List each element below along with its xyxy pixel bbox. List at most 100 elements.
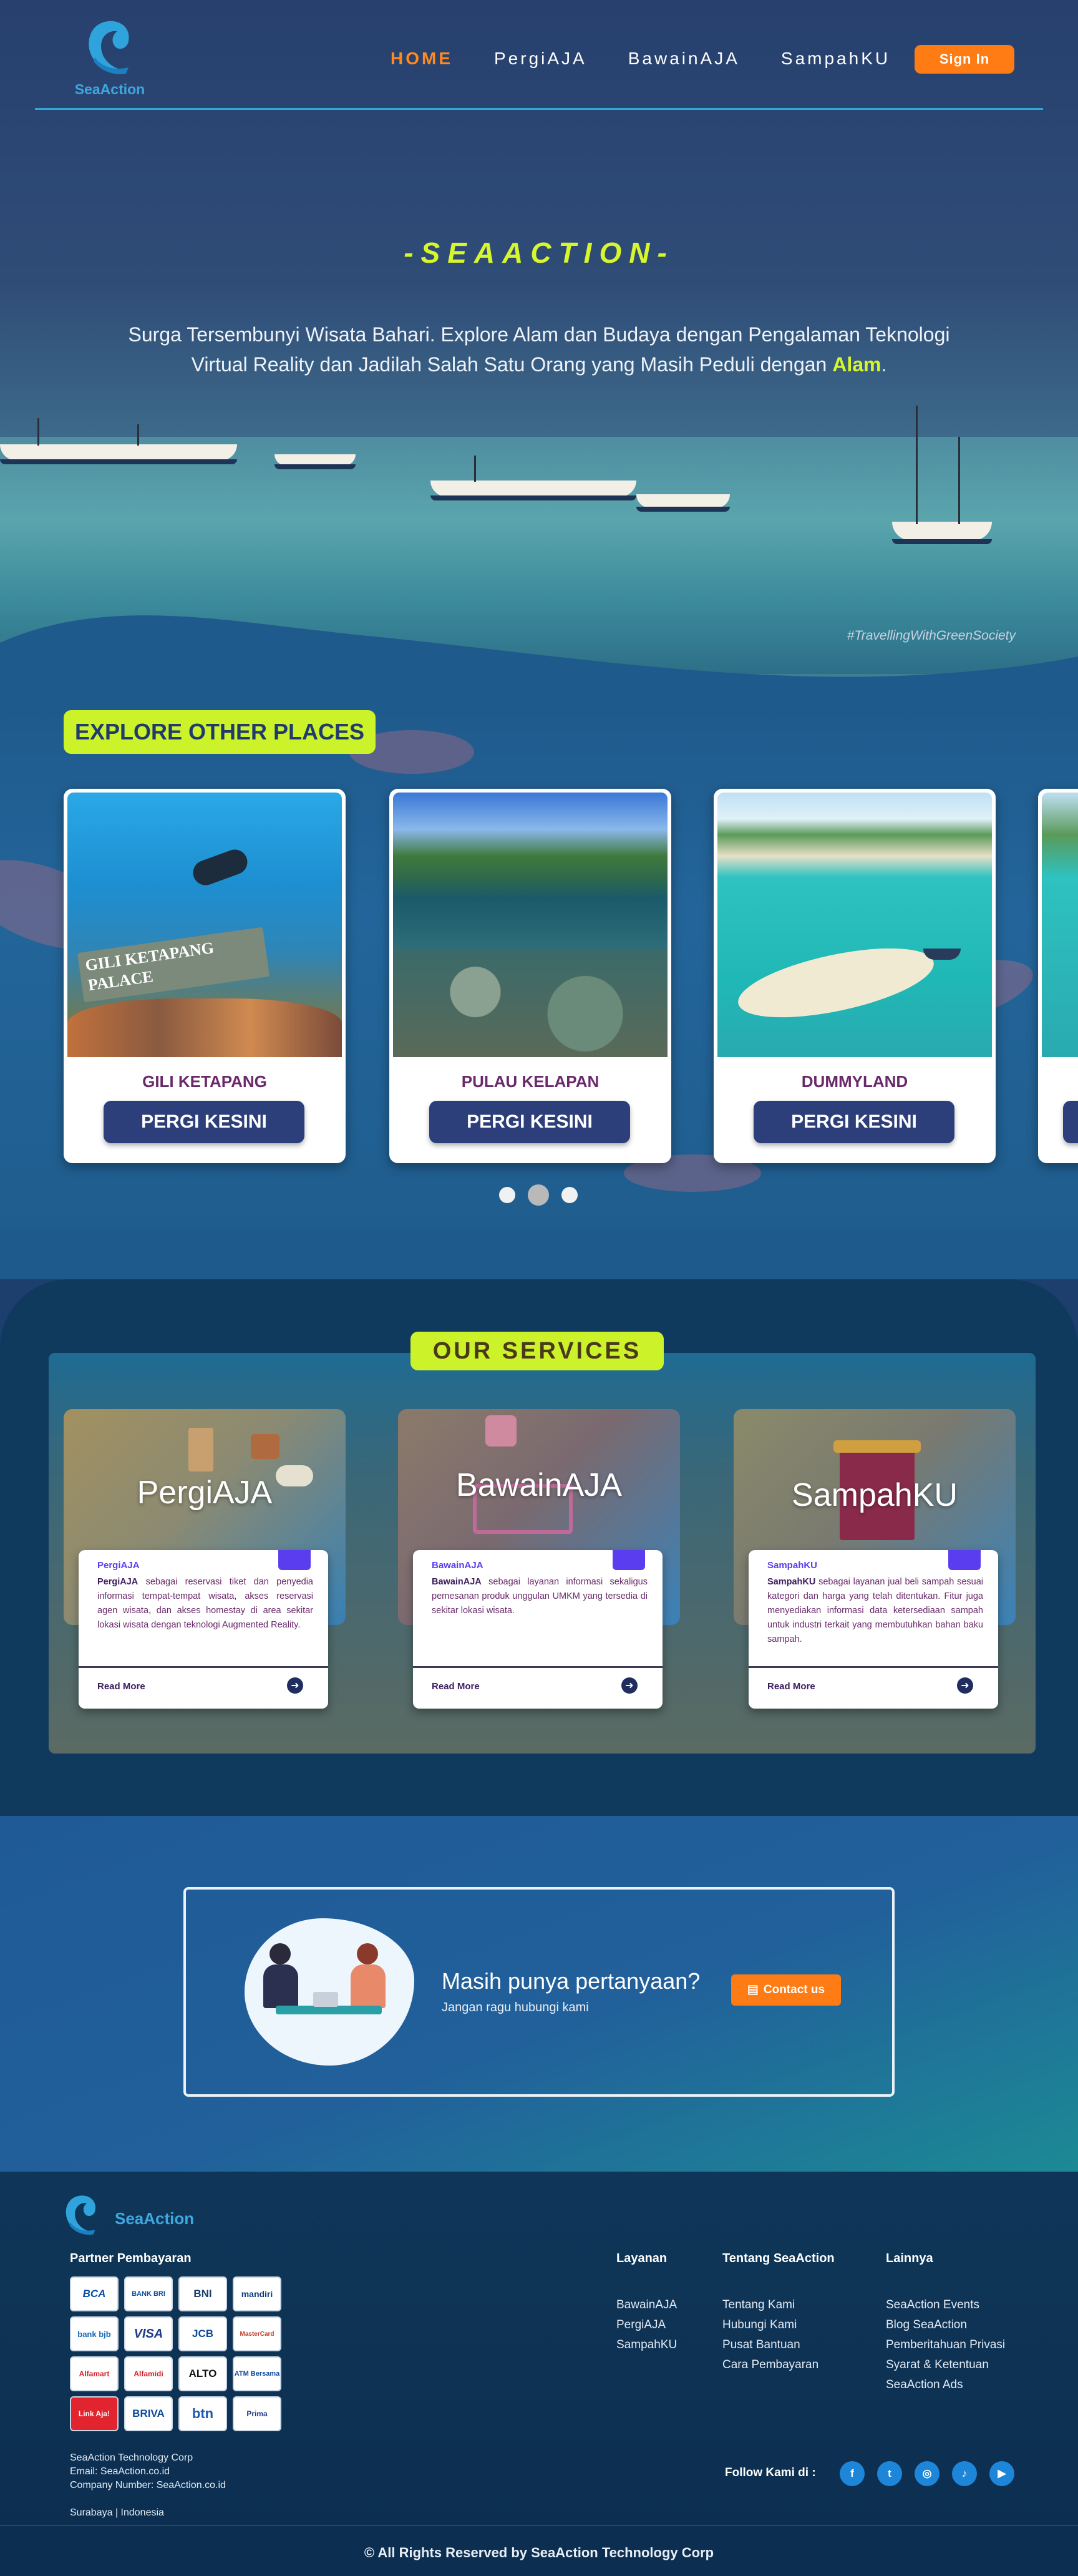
payment-logo-atm-bersama: ATM Bersama [233, 2356, 281, 2391]
nav-link-sampahku[interactable]: SampahKU [781, 49, 890, 69]
services-heading: OUR SERVICES [410, 1332, 664, 1370]
brand-logo[interactable]: SeaAction [66, 17, 153, 105]
nav-link-bawainaja[interactable]: BawainAJA [628, 49, 740, 69]
contact-us-button[interactable]: ▤ Contact us [731, 1974, 841, 2006]
shopping-bag-illustration [485, 1415, 517, 1447]
footer-link[interactable]: Syarat & Ketentuan [886, 2355, 1005, 2375]
service-label: PergiAJA [97, 1560, 140, 1571]
service-title: SampahKU [792, 1477, 958, 1513]
footer-column-title-lainnya: Lainnya [886, 2252, 933, 2265]
twitter-icon[interactable]: t [877, 2461, 902, 2486]
payment-logo-briva: BRIVA [124, 2396, 173, 2431]
boat-image [892, 522, 992, 544]
chat-icon: ▤ [747, 1983, 759, 1996]
carousel-dot[interactable] [499, 1187, 515, 1203]
payment-logo-jcb: JCB [178, 2316, 227, 2351]
tiktok-icon[interactable]: ♪ [952, 2461, 977, 2486]
footer-link[interactable]: SeaAction Ads [886, 2375, 1005, 2395]
service-card-pergiaja: PergiAJA PergiAJA PergiAJA sebagai reser… [64, 1409, 346, 1746]
read-more-link[interactable]: Read More [432, 1681, 480, 1692]
explore-section: EXPLORE OTHER PLACES GILI KETAPANG PALAC… [0, 705, 1078, 1229]
travel-illustration [251, 1434, 279, 1459]
sign-in-button[interactable]: Sign In [915, 45, 1014, 74]
service-tag [613, 1550, 645, 1570]
boat-mast [137, 424, 139, 446]
top-navigation: SeaAction HOME PergiAJA BawainAJA Sampah… [35, 0, 1043, 110]
footer-link[interactable]: Hubungi Kami [722, 2315, 818, 2335]
boat-image [274, 454, 356, 469]
pergi-kesini-button[interactable]: PERGI KESINI [104, 1101, 304, 1143]
travel-illustration [188, 1428, 213, 1471]
service-card-bawainaja: BawainAJA BawainAJA BawainAJA sebagai la… [398, 1409, 680, 1746]
carousel-dot[interactable] [561, 1187, 578, 1203]
divider [413, 1666, 663, 1668]
place-image-pulau-kelapan [393, 793, 668, 1057]
youtube-icon[interactable]: ▶ [989, 2461, 1014, 2486]
person-illustration [351, 1964, 386, 2008]
arrow-right-icon[interactable]: ➜ [287, 1677, 303, 1694]
person-illustration [270, 1943, 291, 1964]
divider [79, 1666, 328, 1668]
service-description: BawainAJA sebagai layanan informasi seka… [432, 1575, 648, 1618]
nav-links: HOME PergiAJA BawainAJA SampahKU [391, 49, 931, 69]
read-more-link[interactable]: Read More [97, 1681, 145, 1692]
footer-link[interactable]: SeaAction Events [886, 2295, 1005, 2315]
arrow-right-icon[interactable]: ➜ [621, 1677, 638, 1694]
company-email: Email: SeaAction.co.id [70, 2466, 170, 2477]
social-links: f t ◎ ♪ ▶ [840, 2461, 1014, 2486]
footer-link[interactable]: SampahKU [616, 2335, 677, 2355]
footer-link[interactable]: Cara Pembayaran [722, 2355, 818, 2375]
read-more-link[interactable]: Read More [767, 1681, 815, 1692]
service-description: SampahKU sebagai layanan jual beli sampa… [767, 1575, 983, 1647]
carousel-dot-active[interactable] [528, 1184, 549, 1206]
payment-logo-visa: VISA [124, 2316, 173, 2351]
company-number: Company Number: SeaAction.co.id [70, 2480, 226, 2491]
boat-image [636, 494, 730, 512]
brand-name: SeaAction [74, 81, 145, 97]
service-label: SampahKU [767, 1560, 818, 1571]
service-card-sampahku: SampahKU SampahKU SampahKU sebagai layan… [734, 1409, 1016, 1746]
payment-logo-bca: BCA [70, 2276, 119, 2311]
instagram-icon[interactable]: ◎ [915, 2461, 940, 2486]
footer-link[interactable]: Pusat Bantuan [722, 2335, 818, 2355]
footer-link[interactable]: PergiAJA [616, 2315, 677, 2335]
place-image-dummyland [717, 793, 992, 1057]
services-section: OUR SERVICES PergiAJA PergiAJA PergiAJA … [0, 1229, 1078, 1816]
footer-link[interactable]: BawainAJA [616, 2295, 677, 2315]
footer: SeaAction Partner Pembayaran BCA BANK BR… [0, 2172, 1078, 2576]
service-description-name: SampahKU [767, 1577, 816, 1587]
pergi-kesini-button[interactable]: PERGI KESINI [429, 1101, 630, 1143]
nav-link-pergiaja[interactable]: PergiAJA [494, 49, 587, 69]
section-divider [0, 1229, 1078, 1279]
payment-logo-alfamart: Alfamart [70, 2356, 119, 2391]
service-info-card: PergiAJA PergiAJA sebagai reservasi tike… [79, 1550, 328, 1709]
contact-question: Masih punya pertanyaan? [442, 1968, 701, 1994]
boat-image [430, 481, 636, 500]
copyright-text: © All Rights Reserved by SeaAction Techn… [364, 2545, 714, 2560]
footer-link[interactable]: Blog SeaAction [886, 2315, 1005, 2335]
arrow-right-icon[interactable]: ➜ [957, 1677, 973, 1694]
person-illustration [357, 1943, 378, 1964]
service-description-name: PergiAJA [97, 1577, 138, 1587]
service-description-name: BawainAJA [432, 1577, 482, 1587]
pergi-kesini-button[interactable]: PERGI KESINI [754, 1101, 954, 1143]
wave-logo-icon[interactable] [61, 2193, 100, 2235]
follow-label: Follow Kami di : [725, 2466, 816, 2479]
footer-column-layanan: BawainAJA PergiAJA SampahKU [616, 2295, 677, 2355]
service-description: PergiAJA sebagai reservasi tiket dan pen… [97, 1575, 313, 1632]
footer-link[interactable]: Pemberitahuan Privasi [886, 2335, 1005, 2355]
person-illustration [263, 1964, 298, 2008]
facebook-icon[interactable]: f [840, 2461, 865, 2486]
footer-link[interactable]: Tentang Kami [722, 2295, 818, 2315]
place-card: GILI KETAPANG PALACE GILI KETAPANG PERGI… [64, 789, 346, 1163]
hero-section: SeaAction HOME PergiAJA BawainAJA Sampah… [0, 0, 1078, 705]
place-name: PULAU KELAPAN [461, 1072, 600, 1091]
boat-mast [916, 406, 918, 524]
boat-mast [958, 437, 960, 524]
nav-link-home[interactable]: HOME [391, 49, 453, 69]
pergi-kesini-button[interactable] [1063, 1101, 1078, 1143]
company-name: SeaAction Technology Corp [70, 2452, 193, 2463]
boat-image [0, 444, 237, 464]
service-label: BawainAJA [432, 1560, 483, 1571]
hero-tagline-text: Surga Tersembunyi Wisata Bahari. Explore… [128, 323, 950, 376]
